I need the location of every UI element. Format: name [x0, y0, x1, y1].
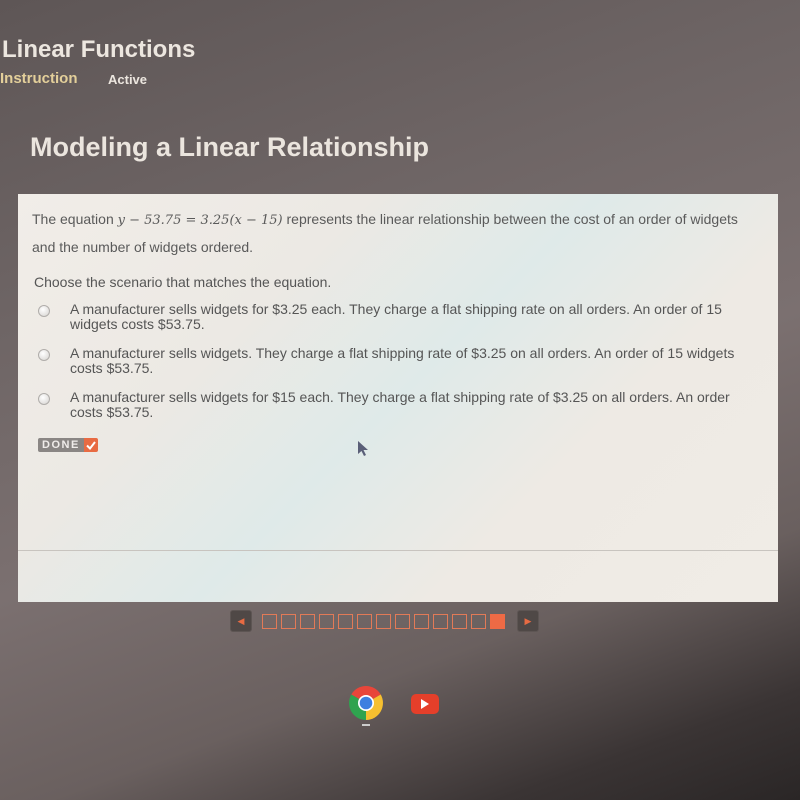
prev-page-button[interactable]: ◀	[230, 610, 252, 632]
question-instruction: Choose the scenario that matches the equ…	[34, 274, 332, 290]
page-square[interactable]	[300, 613, 315, 629]
page-square[interactable]	[376, 613, 391, 629]
done-label: DONE	[38, 438, 84, 452]
question-card: The equation y − 53.75 = 3.25(x − 15) re…	[18, 194, 778, 602]
option-text[interactable]: A manufacturer sells widgets. They charg…	[70, 346, 758, 376]
mouse-cursor-icon	[358, 441, 370, 462]
tab-instruction[interactable]: Instruction	[0, 70, 78, 87]
answer-option[interactable]: A manufacturer sells widgets for $15 eac…	[38, 390, 758, 420]
card-divider	[18, 550, 778, 551]
page-square[interactable]	[338, 613, 353, 629]
radio-button[interactable]	[38, 305, 50, 317]
radio-button[interactable]	[38, 349, 50, 361]
next-page-button[interactable]: ▶	[517, 610, 539, 632]
radio-button[interactable]	[38, 393, 50, 405]
option-text[interactable]: A manufacturer sells widgets for $3.25 e…	[70, 302, 758, 332]
done-button[interactable]: DONE	[38, 438, 98, 452]
page-square[interactable]	[262, 613, 277, 629]
prompt-prefix: The equation	[32, 211, 118, 227]
page-square[interactable]	[319, 613, 334, 629]
page-squares	[262, 613, 509, 629]
page-square[interactable]	[414, 613, 429, 629]
course-title: Linear Functions	[2, 36, 196, 63]
triangle-left-icon: ◀	[237, 615, 245, 626]
triangle-right-icon: ▶	[524, 615, 532, 626]
option-text[interactable]: A manufacturer sells widgets for $15 eac…	[70, 390, 758, 420]
answer-option[interactable]: A manufacturer sells widgets. They charg…	[38, 346, 758, 376]
chrome-icon[interactable]	[347, 684, 385, 727]
youtube-icon[interactable]	[411, 694, 439, 714]
page-square[interactable]	[452, 613, 467, 629]
page-square-current[interactable]	[490, 613, 505, 629]
pager: ◀ ▶	[230, 610, 539, 632]
equation: y − 53.75 = 3.25(x − 15)	[117, 213, 283, 228]
page-square[interactable]	[357, 613, 372, 629]
lesson-title: Modeling a Linear Relationship	[30, 132, 430, 162]
chrome-running-indicator	[362, 724, 370, 726]
checkmark-icon	[83, 438, 98, 452]
page-square[interactable]	[281, 613, 296, 629]
page-square[interactable]	[471, 613, 486, 629]
answer-option[interactable]: A manufacturer sells widgets for $3.25 e…	[38, 302, 758, 332]
page-square[interactable]	[433, 613, 448, 629]
tab-active[interactable]: Active	[108, 72, 147, 87]
page-square[interactable]	[395, 613, 410, 629]
question-prompt: The equation y − 53.75 = 3.25(x − 15) re…	[32, 206, 762, 260]
